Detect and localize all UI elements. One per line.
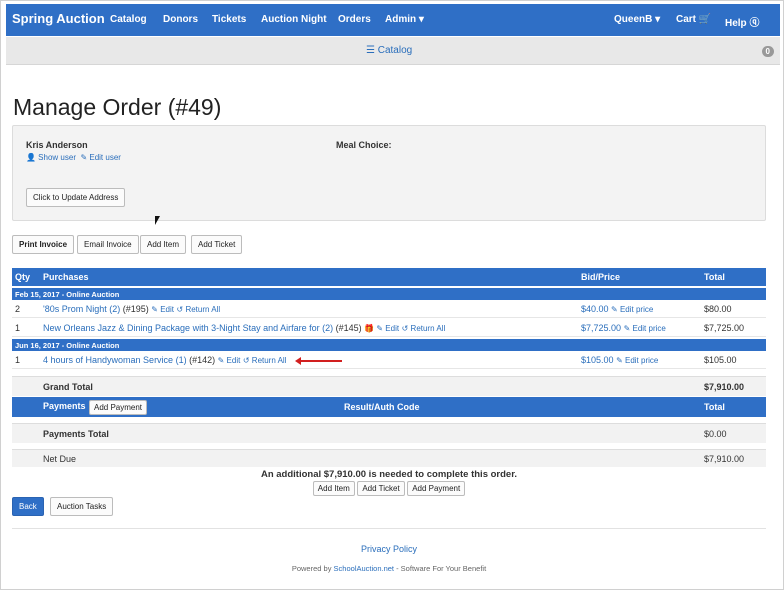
- powered-by-prefix: Powered by: [291, 564, 334, 573]
- row-qty: 1: [15, 355, 21, 365]
- item-ref: (#145): [335, 323, 362, 333]
- footer-divider: [12, 528, 766, 529]
- item-ref: (#142): [189, 355, 216, 365]
- nav-orders[interactable]: Orders: [338, 14, 371, 25]
- catalog-subnav: ☰ Catalog 0: [6, 37, 780, 65]
- catalog-link[interactable]: ☰ Catalog: [366, 45, 412, 56]
- edit-user-link[interactable]: ✎ Edit user: [80, 153, 121, 162]
- update-address-button[interactable]: Click to Update Address: [26, 188, 126, 207]
- meal-choice-label: Meal Choice:: [336, 140, 392, 150]
- qty-header: Qty: [15, 272, 31, 282]
- row-total: $105.00: [704, 355, 737, 365]
- price-link[interactable]: $40.00: [581, 304, 609, 314]
- item-link[interactable]: 4 hours of Handywoman Service (1): [43, 355, 187, 365]
- item-link[interactable]: New Orleans Jazz & Dining Package with 3…: [43, 323, 333, 333]
- price-link[interactable]: $7,725.00: [581, 323, 621, 333]
- add-item-button[interactable]: Add Item: [140, 235, 187, 254]
- customer-panel: Kris Anderson Meal Choice: 👤 Show user ✎…: [12, 125, 766, 221]
- row-qty: 1: [15, 323, 21, 333]
- group-date-label: Feb 15, 2017 - Online Auction: [15, 290, 120, 299]
- return-all-link[interactable]: ↺ Return All: [177, 305, 221, 314]
- return-all-link[interactable]: ↺ Return All: [243, 356, 287, 365]
- nav-cart[interactable]: Cart 🛒: [676, 14, 711, 25]
- auction-tasks-button[interactable]: Auction Tasks: [50, 497, 114, 516]
- show-user-link[interactable]: 👤 Show user: [26, 153, 76, 162]
- add-payment-button[interactable]: Add Payment: [89, 400, 148, 415]
- net-due-value: $7,910.00: [704, 454, 745, 464]
- payments-header: Payments Add Payment Result/Auth Code To…: [12, 397, 766, 417]
- mouse-cursor-icon: [155, 216, 160, 225]
- email-invoice-button[interactable]: Email Invoice: [77, 235, 139, 254]
- powered-by-footer: Powered by SchoolAuction.net - Software …: [12, 564, 766, 573]
- net-due-row: Net Due $7,910.00: [12, 449, 766, 467]
- net-due-label: Net Due: [43, 454, 77, 464]
- edit-link[interactable]: 🎁 ✎ Edit: [364, 324, 399, 333]
- cart-count-badge: 0: [761, 46, 774, 57]
- page-title: Manage Order (#49): [13, 94, 222, 120]
- back-button[interactable]: Back: [12, 497, 44, 516]
- payments-total-value: $0.00: [704, 429, 727, 439]
- table-row: 2 '80s Prom Night (2) (#195) ✎ Edit ↺ Re…: [12, 300, 766, 318]
- red-annotation-arrow-icon: [295, 357, 342, 364]
- bid-price-header: Bid/Price: [581, 272, 621, 282]
- row-qty: 2: [15, 304, 21, 314]
- row-total: $80.00: [704, 304, 732, 314]
- powered-by-suffix: - Software For Your Benefit: [394, 564, 487, 573]
- result-auth-code-header: Result/Auth Code: [344, 402, 420, 412]
- nav-admin-dropdown[interactable]: Admin ▾: [385, 14, 424, 25]
- payments-header-label: Payments: [43, 401, 86, 411]
- notice-add-payment-button[interactable]: Add Payment: [407, 481, 466, 496]
- edit-price-link[interactable]: ✎ Edit price: [616, 356, 658, 365]
- nav-donors[interactable]: Donors: [163, 14, 198, 25]
- grand-total-label: Grand Total: [43, 382, 93, 392]
- print-invoice-button[interactable]: Print Invoice: [12, 235, 75, 254]
- nav-help[interactable]: Help ⓠ: [725, 14, 759, 29]
- privacy-policy-link[interactable]: Privacy Policy: [361, 544, 417, 554]
- nav-tickets[interactable]: Tickets: [212, 14, 246, 25]
- user-links: 👤 Show user ✎ Edit user: [26, 153, 121, 162]
- nav-auction-night[interactable]: Auction Night: [261, 14, 327, 25]
- payments-total-header: Total: [704, 402, 725, 412]
- edit-price-link[interactable]: ✎ Edit price: [611, 305, 653, 314]
- item-link[interactable]: '80s Prom Night (2): [43, 304, 120, 314]
- group-header: Jun 16, 2017 - Online Auction: [12, 339, 766, 351]
- customer-name: Kris Anderson: [26, 140, 88, 150]
- grand-total-value: $7,910.00: [704, 382, 745, 392]
- edit-link[interactable]: ✎ Edit: [151, 305, 174, 314]
- purchases-table-header: Qty Purchases Bid/Price Total: [12, 268, 766, 286]
- schoolauction-link[interactable]: SchoolAuction.net: [334, 564, 394, 573]
- nav-catalog[interactable]: Catalog: [110, 14, 147, 25]
- add-ticket-button[interactable]: Add Ticket: [191, 235, 243, 254]
- table-row: 1 New Orleans Jazz & Dining Package with…: [12, 319, 766, 337]
- return-all-link[interactable]: ↺ Return All: [402, 324, 446, 333]
- payments-total-row: Payments Total $0.00: [12, 423, 766, 443]
- grand-total-row: Grand Total $7,910.00: [12, 376, 766, 396]
- item-ref: (#195): [122, 304, 149, 314]
- row-total: $7,725.00: [704, 323, 745, 333]
- group-date-label: Jun 16, 2017 - Online Auction: [15, 341, 120, 350]
- privacy-footer: Privacy Policy: [12, 544, 766, 554]
- total-header: Total: [704, 272, 725, 282]
- notice-add-ticket-button[interactable]: Add Ticket: [357, 481, 405, 496]
- payments-total-label: Payments Total: [43, 429, 109, 439]
- balance-notice: An additional $7,910.00 is needed to com…: [260, 469, 518, 480]
- table-row: 1 4 hours of Handywoman Service (1) (#14…: [12, 351, 766, 369]
- top-navbar: Spring Auction Catalog Donors Tickets Au…: [6, 4, 780, 36]
- edit-link[interactable]: ✎ Edit: [218, 356, 241, 365]
- nav-user-dropdown[interactable]: QueenB ▾: [614, 14, 660, 25]
- price-link[interactable]: $105.00: [581, 355, 614, 365]
- edit-price-link[interactable]: ✎ Edit price: [624, 324, 666, 333]
- notice-add-item-button[interactable]: Add Item: [312, 481, 355, 496]
- purchases-header: Purchases: [43, 272, 89, 282]
- brand-link[interactable]: Spring Auction: [12, 11, 105, 26]
- group-header: Feb 15, 2017 - Online Auction: [12, 288, 766, 300]
- notice-buttons: Add Item Add Ticket Add Payment: [12, 481, 766, 496]
